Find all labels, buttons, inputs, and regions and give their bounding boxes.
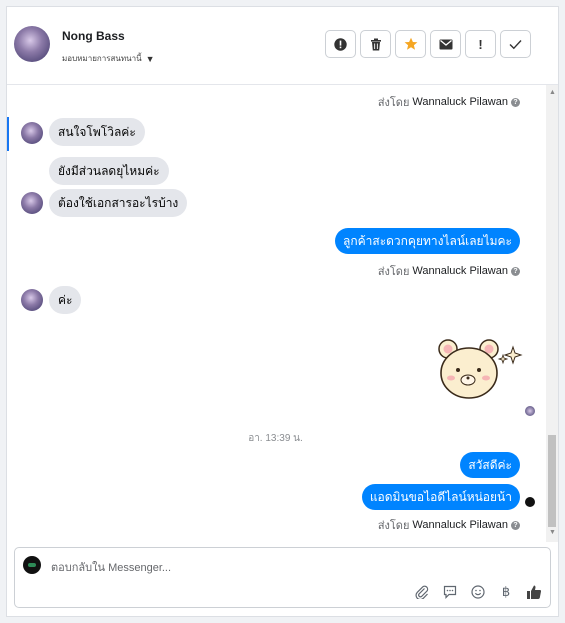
caret-down-icon: ▼ <box>145 53 155 64</box>
assign-conversation-dropdown[interactable]: มอบหมายการสนทนานี้ ▼ <box>62 52 155 65</box>
attachment-button[interactable] <box>414 584 430 600</box>
sent-by-prefix: ส่งโดย <box>377 266 410 278</box>
check-icon <box>509 39 522 49</box>
message-thread[interactable]: ส่งโดย Wannaluck Pilawan ? สนใจโพโวิลค่ะ… <box>7 85 544 542</box>
star-icon <box>404 37 417 50</box>
report-button[interactable]: ! <box>465 30 496 58</box>
like-button[interactable] <box>526 584 542 600</box>
scroll-down-arrow-icon[interactable]: ▼ <box>549 529 556 536</box>
info-icon[interactable]: ? <box>511 97 520 107</box>
trash-icon <box>370 38 381 50</box>
mark-unread-button[interactable] <box>430 30 461 58</box>
sent-by-note: ส่งโดย Wannaluck Pilawan ? <box>378 516 520 534</box>
page-avatar <box>23 556 41 574</box>
chat-bubble-icon <box>443 585 457 599</box>
sender-name: Wannaluck Pilawan <box>412 96 508 108</box>
thread-scrollbar[interactable]: ▲ ▼ <box>546 85 558 542</box>
thumbs-up-icon <box>527 585 542 599</box>
bear-sticker[interactable] <box>433 337 529 407</box>
scroll-thumb[interactable] <box>548 435 556 527</box>
sent-by-prefix: ส่งโดย <box>377 520 410 532</box>
seen-avatar <box>525 497 535 507</box>
exclamation-icon: ! <box>478 36 483 52</box>
incoming-message[interactable]: ต้องใช้เอกสารอะไรบ้าง <box>49 189 188 217</box>
reply-input[interactable]: ตอบกลับใน Messenger... <box>51 558 171 576</box>
reply-composer[interactable]: ตอบกลับใน Messenger... ฿ <box>14 547 551 608</box>
sent-by-note: ส่งโดย Wannaluck Pilawan ? <box>378 93 520 111</box>
star-button[interactable] <box>395 30 426 58</box>
smiley-icon <box>471 585 485 599</box>
spam-button[interactable] <box>325 30 356 58</box>
outgoing-message[interactable]: สวัสดีค่ะ <box>460 452 520 478</box>
contact-avatar-small[interactable] <box>21 122 43 144</box>
contact-name[interactable]: Nong Bass <box>62 29 125 43</box>
sender-name: Wannaluck Pilawan <box>412 519 508 531</box>
info-icon[interactable]: ? <box>511 520 520 530</box>
scroll-up-arrow-icon[interactable]: ▲ <box>549 89 556 96</box>
seen-avatar <box>525 406 535 416</box>
outgoing-message[interactable]: แอดมินขอไอดีไลน์หน่อยน้า <box>361 484 520 510</box>
conversation-header: Nong Bass มอบหมายการสนทนานี้ ▼ ! <box>7 7 558 85</box>
timestamp-divider: อา. 13:39 น. <box>248 433 303 444</box>
conversation-panel: Nong Bass มอบหมายการสนทนานี้ ▼ ! ส่งโดย … <box>6 6 559 617</box>
assign-label: มอบหมายการสนทนานี้ <box>62 54 142 63</box>
incoming-message[interactable]: สนใจโพโวิลค่ะ <box>49 118 145 146</box>
contact-avatar-small[interactable] <box>21 289 43 311</box>
sender-name: Wannaluck Pilawan <box>412 265 508 277</box>
mail-icon <box>439 39 452 49</box>
sent-by-prefix: ส่งโดย <box>377 97 410 109</box>
mark-done-button[interactable] <box>500 30 531 58</box>
incoming-message[interactable]: ค่ะ <box>49 286 82 314</box>
baht-icon: ฿ <box>501 584 511 599</box>
incoming-message[interactable]: ยังมีส่วนลดยุไหมค่ะ <box>49 157 169 185</box>
sent-by-note: ส่งโดย Wannaluck Pilawan ? <box>378 262 520 280</box>
contact-avatar[interactable] <box>14 26 50 62</box>
alert-circle-icon <box>334 37 347 51</box>
outgoing-message[interactable]: ลูกค้าสะดวกคุยทางไลน์เลยไมคะ <box>334 228 520 254</box>
composer-tools: ฿ <box>414 584 542 600</box>
saved-replies-button[interactable] <box>442 584 458 600</box>
info-icon[interactable]: ? <box>511 266 520 276</box>
delete-button[interactable] <box>360 30 391 58</box>
emoji-button[interactable] <box>470 584 486 600</box>
payment-button[interactable]: ฿ <box>498 584 514 600</box>
header-actions: ! <box>325 30 531 58</box>
paperclip-icon <box>415 585 429 599</box>
contact-avatar-small[interactable] <box>21 192 43 214</box>
